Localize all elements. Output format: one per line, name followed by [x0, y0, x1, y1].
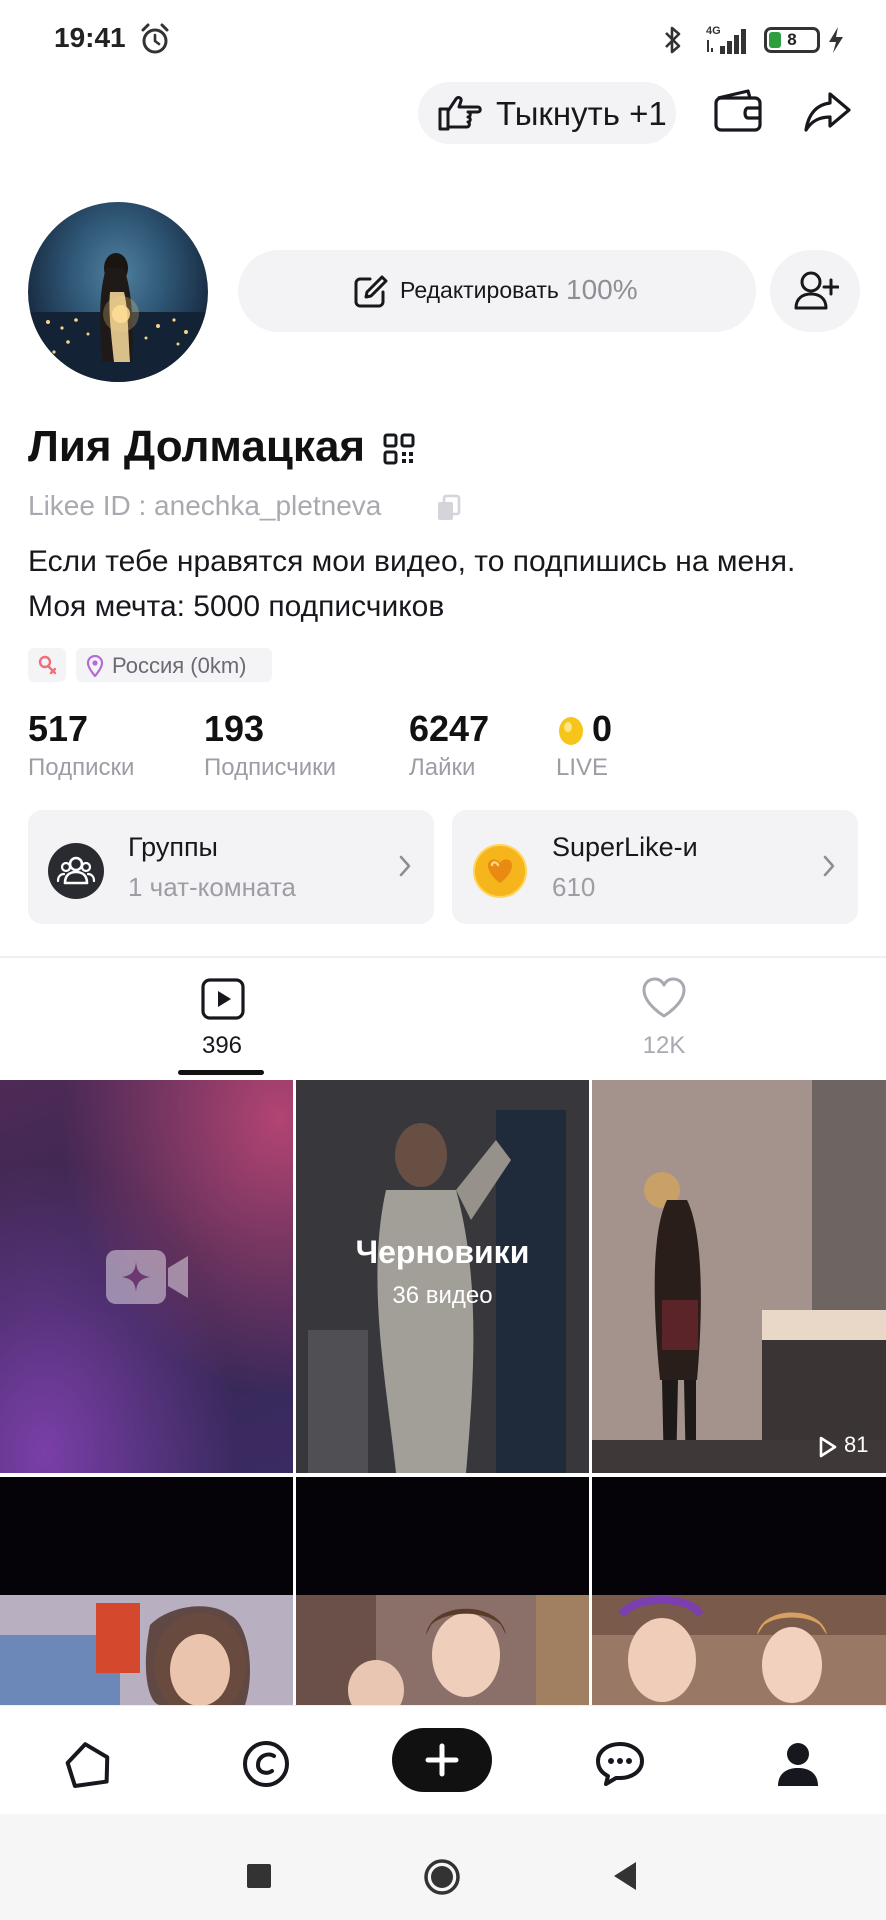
- groups-subtitle: 1 чат-комната: [128, 872, 297, 902]
- play-icon: [819, 1436, 837, 1458]
- stat-value: 517: [28, 708, 89, 749]
- avatar-photo: [28, 253, 208, 382]
- chevron-right-icon: [823, 855, 835, 877]
- stat-value: 6247: [409, 708, 490, 749]
- drafts-title: Черновики: [355, 1234, 530, 1270]
- stat-live[interactable]: 0 LIVE: [556, 708, 612, 782]
- divider: [0, 956, 886, 958]
- bottom-navigation: [0, 1705, 886, 1813]
- tab-liked[interactable]: 12K: [614, 970, 714, 1076]
- superlikes-count: 610: [552, 872, 596, 902]
- groups-title: Группы: [128, 832, 218, 862]
- battery-level: 8: [787, 30, 797, 49]
- system-home-button[interactable]: [423, 1858, 461, 1896]
- edit-profile-label: Редактировать: [400, 277, 559, 303]
- location-tag: Россия (0km): [76, 648, 272, 682]
- stat-label: Подписки: [28, 754, 135, 781]
- superlike-icon: [473, 844, 527, 898]
- recent-apps-button[interactable]: [247, 1864, 271, 1888]
- qr-code-icon[interactable]: [382, 432, 416, 466]
- tab-videos[interactable]: 396: [172, 970, 272, 1076]
- stat-followers[interactable]: 193 Подписчики: [204, 708, 336, 782]
- video-views: 81: [844, 1432, 869, 1457]
- video-play-icon: [201, 978, 245, 1020]
- video-tile[interactable]: [592, 1477, 886, 1705]
- create-button[interactable]: [392, 1728, 492, 1792]
- alarm-icon: [141, 23, 169, 54]
- drafts-overlay: [296, 1080, 589, 1473]
- plus-icon: [425, 1743, 459, 1777]
- edit-profile-button[interactable]: Редактировать 100%: [238, 250, 756, 332]
- video-tile[interactable]: 81: [592, 1080, 886, 1473]
- create-video-tile[interactable]: [0, 1080, 293, 1473]
- stat-label: LIVE: [556, 754, 609, 781]
- profile-completion: 100%: [566, 274, 638, 305]
- chat-bubble-icon[interactable]: [592, 1736, 648, 1792]
- groups-card[interactable]: Группы 1 чат-комната: [28, 810, 434, 924]
- stat-likes[interactable]: 6247 Лайки: [409, 708, 489, 782]
- bluetooth-icon: [665, 26, 681, 54]
- profile-icon[interactable]: [770, 1736, 826, 1792]
- explore-icon[interactable]: [238, 1736, 294, 1792]
- pointing-hand-icon: [438, 96, 482, 131]
- bio-line-1: Если тебе нравятся мои видео, то подпиши…: [28, 545, 796, 578]
- status-time: 19:41: [54, 22, 126, 53]
- video-thumbnail: [592, 1080, 886, 1473]
- heart-icon: [642, 977, 686, 1018]
- add-user-icon: [794, 271, 839, 310]
- network-type: 4G: [706, 25, 721, 37]
- bio-line-2: Моя мечта: 5000 подписчиков: [28, 590, 445, 623]
- drafts-tile[interactable]: Черновики 36 видео: [296, 1080, 589, 1473]
- status-bar: 19:41 4G 8: [0, 0, 886, 78]
- likee-id: Likee ID : anechka_pletneva: [28, 490, 382, 521]
- poke-button[interactable]: Тыкнуть +1: [418, 82, 676, 144]
- superlikes-title: SuperLike-и: [552, 832, 698, 862]
- video-thumbnail: [0, 1595, 293, 1705]
- avatar[interactable]: [28, 202, 208, 382]
- superlikes-card[interactable]: SuperLike-и 610: [452, 810, 858, 924]
- stat-value: 193: [204, 708, 265, 749]
- profile-name: Лия Долмацкая: [28, 422, 366, 471]
- video-tile[interactable]: [296, 1477, 589, 1705]
- stat-label: Подписчики: [204, 754, 337, 781]
- active-tab-indicator: [178, 1070, 264, 1075]
- female-icon: [38, 655, 57, 675]
- video-thumbnail: [296, 1595, 589, 1705]
- videos-count: 396: [201, 1032, 243, 1059]
- stat-following[interactable]: 517 Подписки: [28, 708, 134, 782]
- charging-icon: [829, 27, 843, 53]
- add-friend-button[interactable]: [770, 250, 860, 332]
- video-thumbnail: [592, 1595, 886, 1705]
- chevron-right-icon: [399, 855, 411, 877]
- stat-value: 0: [592, 708, 613, 749]
- drafts-count: 36 видео: [392, 1282, 493, 1309]
- wallet-icon[interactable]: [712, 88, 764, 134]
- edit-pencil-icon: [354, 275, 388, 308]
- signal-icon: 4G: [706, 25, 746, 54]
- system-back-button[interactable]: [610, 1860, 638, 1892]
- video-camera-sparkle-icon: [106, 1250, 188, 1304]
- gender-tag: [28, 648, 66, 682]
- copy-icon[interactable]: [436, 494, 462, 522]
- liked-count: 12K: [642, 1032, 686, 1059]
- groups-icon: [48, 843, 104, 899]
- battery-indicator: 8: [764, 27, 820, 53]
- location-pin-icon: [86, 655, 104, 677]
- stat-label: Лайки: [409, 754, 476, 781]
- system-navigation: [0, 1814, 886, 1920]
- location-label: Россия (0km): [112, 653, 247, 678]
- video-tile[interactable]: [0, 1477, 293, 1705]
- home-icon[interactable]: [60, 1736, 116, 1792]
- poke-label: Тыкнуть +1: [496, 95, 667, 132]
- share-arrow-icon[interactable]: [802, 90, 852, 134]
